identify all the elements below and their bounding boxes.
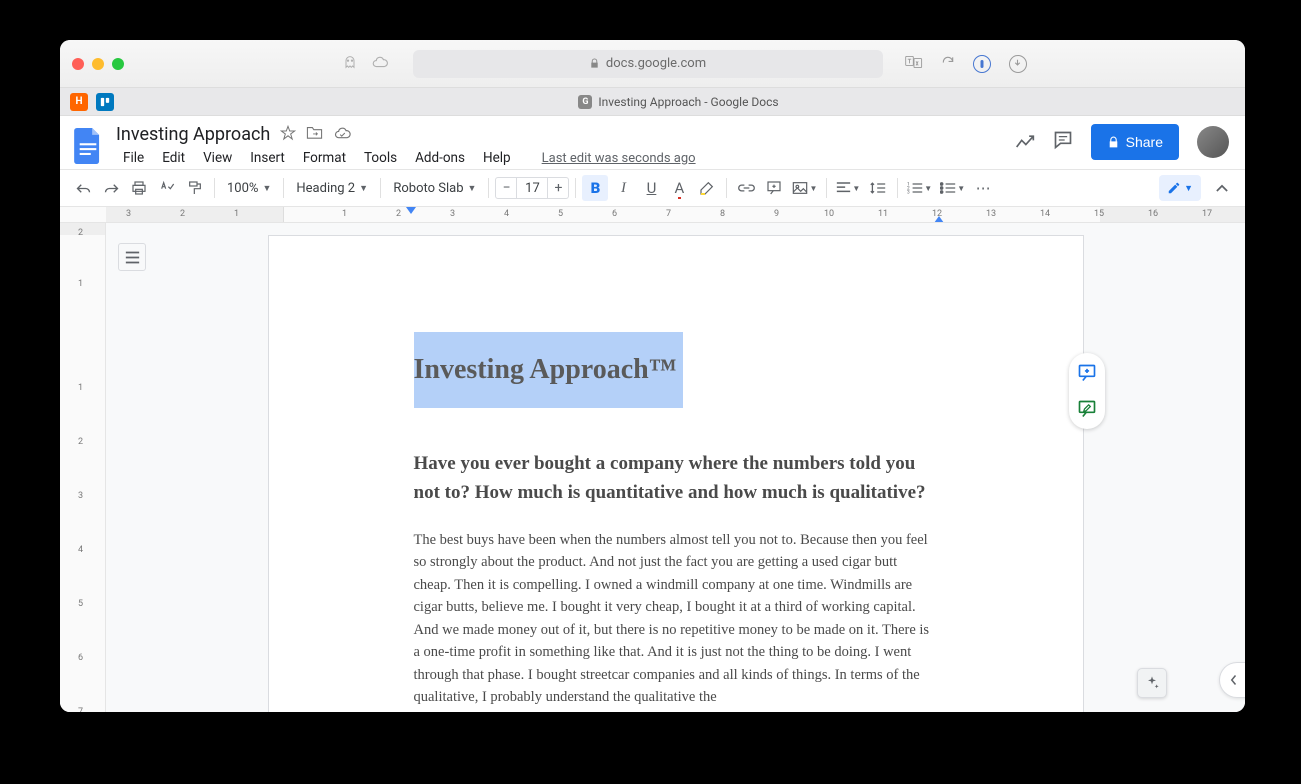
svg-text:3: 3 [907,190,910,195]
document-canvas[interactable]: Investing Approach™ Have you ever bought… [106,223,1245,712]
text-color-button[interactable]: A [666,175,692,201]
menu-addons[interactable]: Add-ons [408,147,472,169]
titlebar-right-icons [905,55,1027,73]
underline-button[interactable]: U [638,175,664,201]
paint-format-button[interactable] [182,175,208,201]
insert-image-button[interactable]: ▼ [789,175,820,201]
font-size-value[interactable]: 17 [517,177,547,199]
italic-button[interactable]: I [610,175,636,201]
horizontal-ruler[interactable]: 3 2 1 1 2 3 4 5 6 7 8 9 10 11 12 13 14 1… [60,207,1245,223]
style-select[interactable]: Heading 2▼ [290,175,374,201]
bulleted-list-button[interactable]: ▼ [937,175,968,201]
tab-favicon: G [578,95,592,109]
onepassword-icon[interactable] [973,55,991,73]
lock-icon [589,58,600,69]
browser-window: docs.google.com H G Investing Approach - [60,40,1245,712]
add-comment-button[interactable] [761,175,787,201]
collapse-toolbar-button[interactable] [1209,175,1235,201]
font-select[interactable]: Roboto Slab▼ [387,175,482,201]
cloud-status-icon[interactable] [333,126,352,144]
docs-logo[interactable] [70,124,106,168]
titlebar: docs.google.com [60,40,1245,88]
docs-header: Investing Approach File Edit View Ins [60,116,1245,169]
pinned-tab-trello[interactable] [96,93,114,111]
docs-app-chrome: Investing Approach File Edit View Ins [60,116,1245,223]
menu-format[interactable]: Format [296,147,353,169]
align-button[interactable]: ▼ [833,175,863,201]
line-spacing-button[interactable] [865,175,891,201]
numbered-list-button[interactable]: 123▼ [904,175,935,201]
editing-mode-button[interactable]: ▼ [1159,175,1201,201]
maximize-window-button[interactable] [112,58,124,70]
heading1-text: Investing Approach™ [414,354,677,385]
body-paragraph: The best buys have been when the numbers… [414,529,938,709]
share-button[interactable]: Share [1091,124,1179,160]
tab-title-text: Investing Approach - Google Docs [598,95,778,109]
redo-button[interactable] [98,175,124,201]
workspace: 2 1 1 2 3 4 5 6 7 8 Investing Approach™ … [60,223,1245,712]
reload-icon[interactable] [941,55,955,73]
add-comment-side-button[interactable] [1075,361,1099,385]
explore-button[interactable] [1137,668,1167,698]
menu-edit[interactable]: Edit [155,147,192,169]
heading2-text: Have you ever bought a company where the… [414,450,938,507]
vertical-ruler[interactable]: 2 1 1 2 3 4 5 6 7 8 [60,223,106,712]
zoom-select[interactable]: 100%▼ [221,175,277,201]
pinned-tab-hn[interactable]: H [70,93,88,111]
font-size-increase[interactable]: + [547,177,569,199]
menu-help[interactable]: Help [476,147,518,169]
ghost-extension-icon[interactable] [339,54,361,74]
comments-icon[interactable] [1053,130,1073,155]
bold-button[interactable]: B [582,175,608,201]
activity-icon[interactable] [1015,130,1035,154]
address-bar[interactable]: docs.google.com [413,50,883,78]
toolbar: 100%▼ Heading 2▼ Roboto Slab▼ − 17 + B I… [60,169,1245,207]
menu-insert[interactable]: Insert [243,147,292,169]
spellcheck-button[interactable] [154,175,180,201]
downloads-icon[interactable] [1009,55,1027,73]
star-icon[interactable] [280,125,296,145]
document-title[interactable]: Investing Approach [116,124,270,145]
left-indent-marker[interactable] [406,207,416,214]
minimize-window-button[interactable] [92,58,104,70]
font-size-decrease[interactable]: − [495,177,517,199]
url-text: docs.google.com [606,56,706,71]
lock-icon [1107,136,1120,149]
menu-view[interactable]: View [196,147,239,169]
outline-toggle-button[interactable] [118,243,146,271]
close-window-button[interactable] [72,58,84,70]
tab-bar: H G Investing Approach - Google Docs [60,88,1245,116]
last-edit-link[interactable]: Last edit was seconds ago [542,151,696,166]
user-avatar[interactable] [1197,126,1229,158]
menu-tools[interactable]: Tools [357,147,404,169]
print-button[interactable] [126,175,152,201]
share-label: Share [1126,134,1163,150]
more-button[interactable]: ⋯ [970,175,996,201]
insert-link-button[interactable] [733,175,759,201]
undo-button[interactable] [70,175,96,201]
menu-file[interactable]: File [116,147,151,169]
cloud-icon[interactable] [369,54,391,73]
font-size-control: − 17 + [495,177,569,199]
window-controls [72,58,124,70]
move-icon[interactable] [306,125,323,144]
heading1-selection: Investing Approach™ [414,332,938,408]
active-tab[interactable]: G Investing Approach - Google Docs [122,95,1235,109]
reader-translate-icon[interactable] [905,55,923,73]
right-indent-marker[interactable] [934,216,944,223]
suggest-edit-side-button[interactable] [1075,397,1099,421]
document-page[interactable]: Investing Approach™ Have you ever bought… [268,235,1084,712]
side-widget-pill [1069,353,1105,429]
menu-bar: File Edit View Insert Format Tools Add-o… [116,147,1005,169]
highlight-button[interactable] [694,175,720,201]
